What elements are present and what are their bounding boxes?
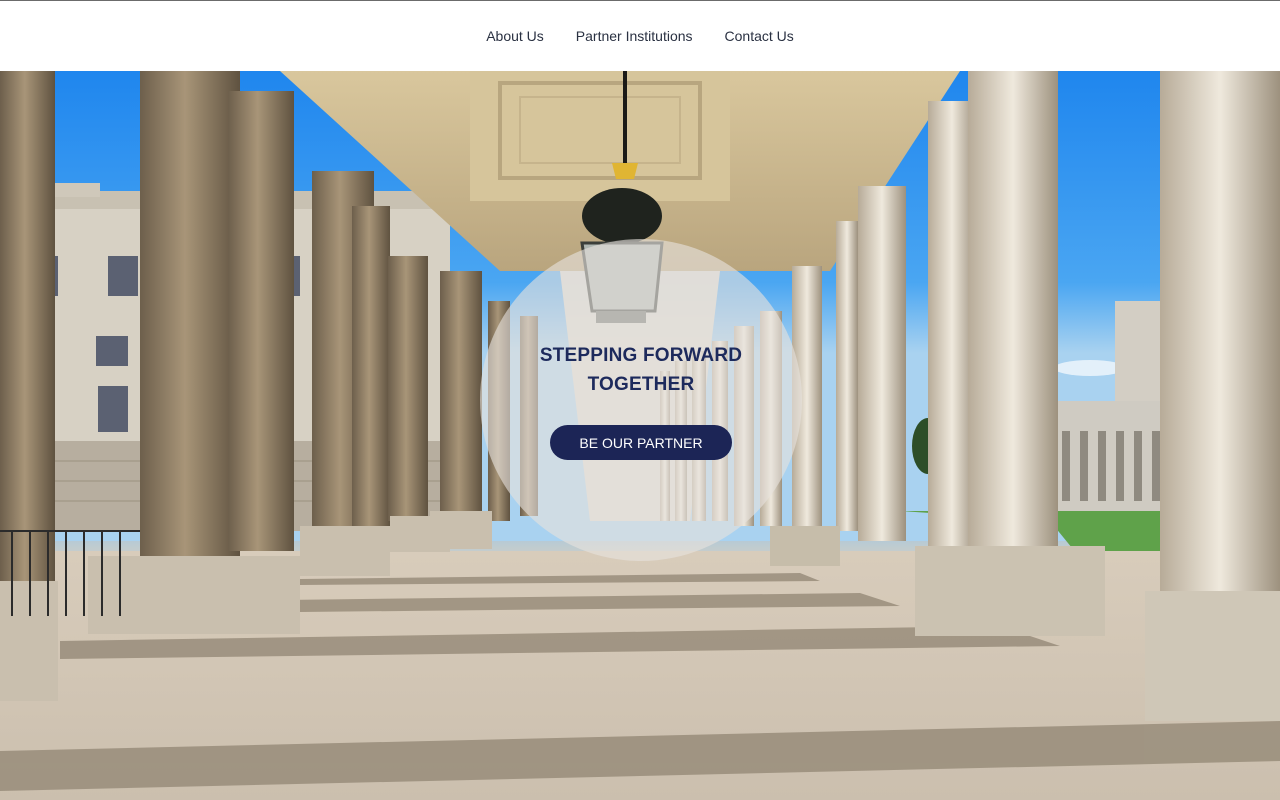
be-our-partner-button[interactable]: BE OUR PARTNER bbox=[550, 425, 732, 460]
hero-overlay-circle: STEPPING FORWARD TOGETHER BE OUR PARTNER bbox=[480, 239, 802, 561]
hero-section: STEPPING FORWARD TOGETHER BE OUR PARTNER bbox=[0, 71, 1280, 800]
nav-about-us[interactable]: About Us bbox=[486, 28, 544, 44]
nav-contact-us[interactable]: Contact Us bbox=[725, 28, 794, 44]
main-navigation: About Us Partner Institutions Contact Us bbox=[0, 1, 1280, 71]
hero-title: STEPPING FORWARD TOGETHER bbox=[539, 345, 743, 395]
nav-partner-institutions[interactable]: Partner Institutions bbox=[576, 28, 693, 44]
